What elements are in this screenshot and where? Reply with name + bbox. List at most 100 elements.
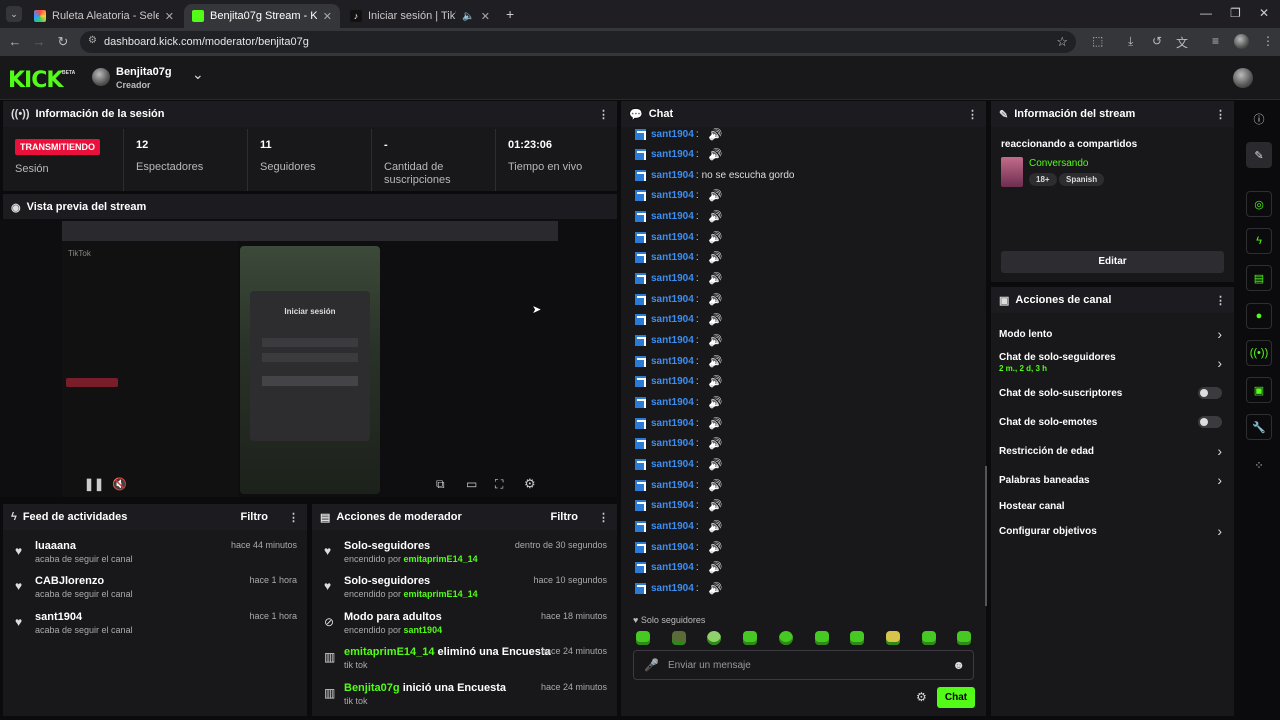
- chat-username[interactable]: sant1904: [651, 294, 694, 305]
- tab-search-button[interactable]: ⌄: [6, 6, 22, 22]
- theater-icon[interactable]: ▭: [466, 477, 477, 491]
- close-icon[interactable]: ✕: [481, 10, 490, 23]
- slow-mode-row[interactable]: Modo lento ›: [991, 323, 1234, 345]
- chat-messages[interactable]: sant1904: 🔊 sant1904: 🔊 sant1904: no se escuc…: [621, 127, 986, 617]
- chat-bubble-icon[interactable]: ●: [1246, 303, 1272, 329]
- channel-name[interactable]: Benjita07g: [116, 66, 172, 78]
- more-options-icon[interactable]: ⋮: [598, 511, 609, 524]
- history-icon[interactable]: ↺: [1152, 34, 1162, 48]
- chat-username[interactable]: sant1904: [651, 480, 694, 491]
- mod-user-link[interactable]: emitaprimE14_14: [404, 554, 478, 564]
- url-input[interactable]: ⚙ dashboard.kick.com/moderator/benjita07…: [80, 31, 1076, 53]
- emote-button[interactable]: [850, 631, 864, 645]
- pencil-icon[interactable]: ✎: [1246, 142, 1272, 168]
- more-options-icon[interactable]: ⋮: [288, 511, 299, 524]
- document-icon[interactable]: ▤: [1246, 265, 1272, 291]
- info-icon[interactable]: ⓘ: [1246, 106, 1272, 132]
- chat-username[interactable]: sant1904: [651, 149, 694, 160]
- translate-icon[interactable]: 文: [1176, 34, 1188, 51]
- profile-avatar[interactable]: [1234, 34, 1249, 49]
- emote-button[interactable]: [672, 631, 686, 645]
- chat-username[interactable]: sant1904: [651, 583, 694, 594]
- chat-username[interactable]: sant1904: [651, 376, 694, 387]
- chat-username[interactable]: sant1904: [651, 542, 694, 553]
- emote-button[interactable]: [957, 631, 971, 645]
- host-channel-row[interactable]: Hostear canal: [991, 495, 1234, 517]
- emote-button[interactable]: [815, 631, 829, 645]
- goals-row[interactable]: Configurar objetivos ›: [991, 520, 1234, 542]
- tab-ruleta[interactable]: Ruleta Aleatoria - Selector Pers ✕: [26, 4, 182, 28]
- close-window-icon[interactable]: ✕: [1259, 6, 1269, 20]
- back-icon[interactable]: ←: [4, 34, 26, 49]
- chat-username[interactable]: sant1904: [651, 232, 694, 243]
- minimize-icon[interactable]: —: [1200, 6, 1212, 20]
- mod-user-link[interactable]: emitaprimE14_14: [344, 646, 435, 658]
- mod-user-link[interactable]: Benjita07g: [344, 682, 400, 694]
- chat-username[interactable]: sant1904: [651, 438, 694, 449]
- emotes-chat-toggle[interactable]: [1198, 416, 1222, 428]
- emoji-icon[interactable]: ☻: [952, 658, 965, 672]
- tag-badge[interactable]: 18+: [1029, 173, 1057, 186]
- download-icon[interactable]: ⤓: [1128, 34, 1133, 49]
- subs-chat-toggle[interactable]: [1198, 387, 1222, 399]
- stream-preview-video[interactable]: TikTok Iniciar sesión ➤ ❚❚ 🔇 ⧉ ▭ ⛶ ⚙: [0, 219, 617, 497]
- mod-filter-button[interactable]: Filtro: [551, 511, 579, 523]
- extensions-icon[interactable]: ⬚: [1092, 34, 1103, 48]
- edit-button[interactable]: Editar: [1001, 251, 1224, 273]
- shield-icon[interactable]: ▣: [1246, 377, 1272, 403]
- emote-button[interactable]: [886, 631, 900, 645]
- age-restriction-row[interactable]: Restricción de edad ›: [991, 440, 1234, 462]
- chat-username[interactable]: sant1904: [651, 459, 694, 470]
- chat-username[interactable]: sant1904: [651, 314, 694, 325]
- pip-icon[interactable]: ⧉: [436, 477, 445, 492]
- preview-panel-icon[interactable]: ◎: [1246, 191, 1272, 217]
- mod-user-link[interactable]: sant1904: [404, 625, 443, 635]
- chat-username[interactable]: sant1904: [651, 129, 694, 140]
- chat-username[interactable]: sant1904: [651, 335, 694, 346]
- fullscreen-icon[interactable]: ⛶: [495, 477, 503, 492]
- media-icon[interactable]: ≡: [1212, 34, 1219, 48]
- more-options-icon[interactable]: ⋮: [1215, 108, 1226, 121]
- emote-button[interactable]: [922, 631, 936, 645]
- settings-icon[interactable]: ⚙: [524, 476, 536, 492]
- feed-item-name[interactable]: sant1904: [35, 611, 82, 623]
- site-info-icon[interactable]: ⚙: [88, 35, 97, 46]
- more-options-icon[interactable]: ⋮: [598, 108, 609, 121]
- more-icon[interactable]: ⋮: [1262, 34, 1274, 48]
- emote-button[interactable]: [743, 631, 757, 645]
- category-link[interactable]: Conversando: [1029, 158, 1088, 169]
- chat-username[interactable]: sant1904: [651, 521, 694, 532]
- mute-icon[interactable]: 🔇: [112, 477, 127, 491]
- chat-settings-icon[interactable]: ⚙: [916, 690, 927, 704]
- chat-username[interactable]: sant1904: [651, 170, 694, 181]
- user-avatar[interactable]: [1233, 68, 1253, 88]
- mod-user-link[interactable]: emitaprimE14_14: [404, 589, 478, 599]
- category-thumbnail[interactable]: [1001, 157, 1023, 187]
- emote-button[interactable]: [636, 631, 650, 645]
- chat-input[interactable]: 🎤 Enviar un mensaje ☻: [633, 650, 974, 680]
- microphone-icon[interactable]: 🎤: [644, 658, 659, 672]
- chat-username[interactable]: sant1904: [651, 500, 694, 511]
- new-tab-button[interactable]: +: [506, 6, 514, 22]
- bolt-icon[interactable]: ϟ: [1246, 228, 1272, 254]
- banned-words-row[interactable]: Palabras baneadas ›: [991, 469, 1234, 491]
- tab-tiktok[interactable]: ♪ Iniciar sesión | TikTok 🔈 ✕: [342, 4, 498, 28]
- forward-icon[interactable]: →: [28, 34, 50, 49]
- channel-switch-chevron-icon[interactable]: ⌄: [192, 66, 204, 83]
- more-options-icon[interactable]: ⋮: [967, 108, 978, 121]
- feed-filter-button[interactable]: Filtro: [241, 511, 269, 523]
- tab-kick-dashboard[interactable]: Benjita07g Stream - Kick Dashb ✕: [184, 4, 340, 28]
- chat-username[interactable]: sant1904: [651, 418, 694, 429]
- chat-username[interactable]: sant1904: [651, 211, 694, 222]
- emote-button[interactable]: [707, 631, 721, 645]
- chat-username[interactable]: sant1904: [651, 562, 694, 573]
- pause-icon[interactable]: ❚❚: [84, 477, 104, 491]
- channel-avatar[interactable]: [92, 68, 110, 86]
- followers-chat-row[interactable]: Chat de solo-seguidores 2 m., 2 d, 3 h ›: [991, 349, 1234, 379]
- bookmark-star-icon[interactable]: ☆: [1056, 34, 1068, 50]
- reload-icon[interactable]: ↻: [52, 34, 74, 50]
- kick-logo[interactable]: KICK: [8, 68, 63, 93]
- close-icon[interactable]: ✕: [323, 10, 332, 23]
- chat-username[interactable]: sant1904: [651, 252, 694, 263]
- chat-username[interactable]: sant1904: [651, 273, 694, 284]
